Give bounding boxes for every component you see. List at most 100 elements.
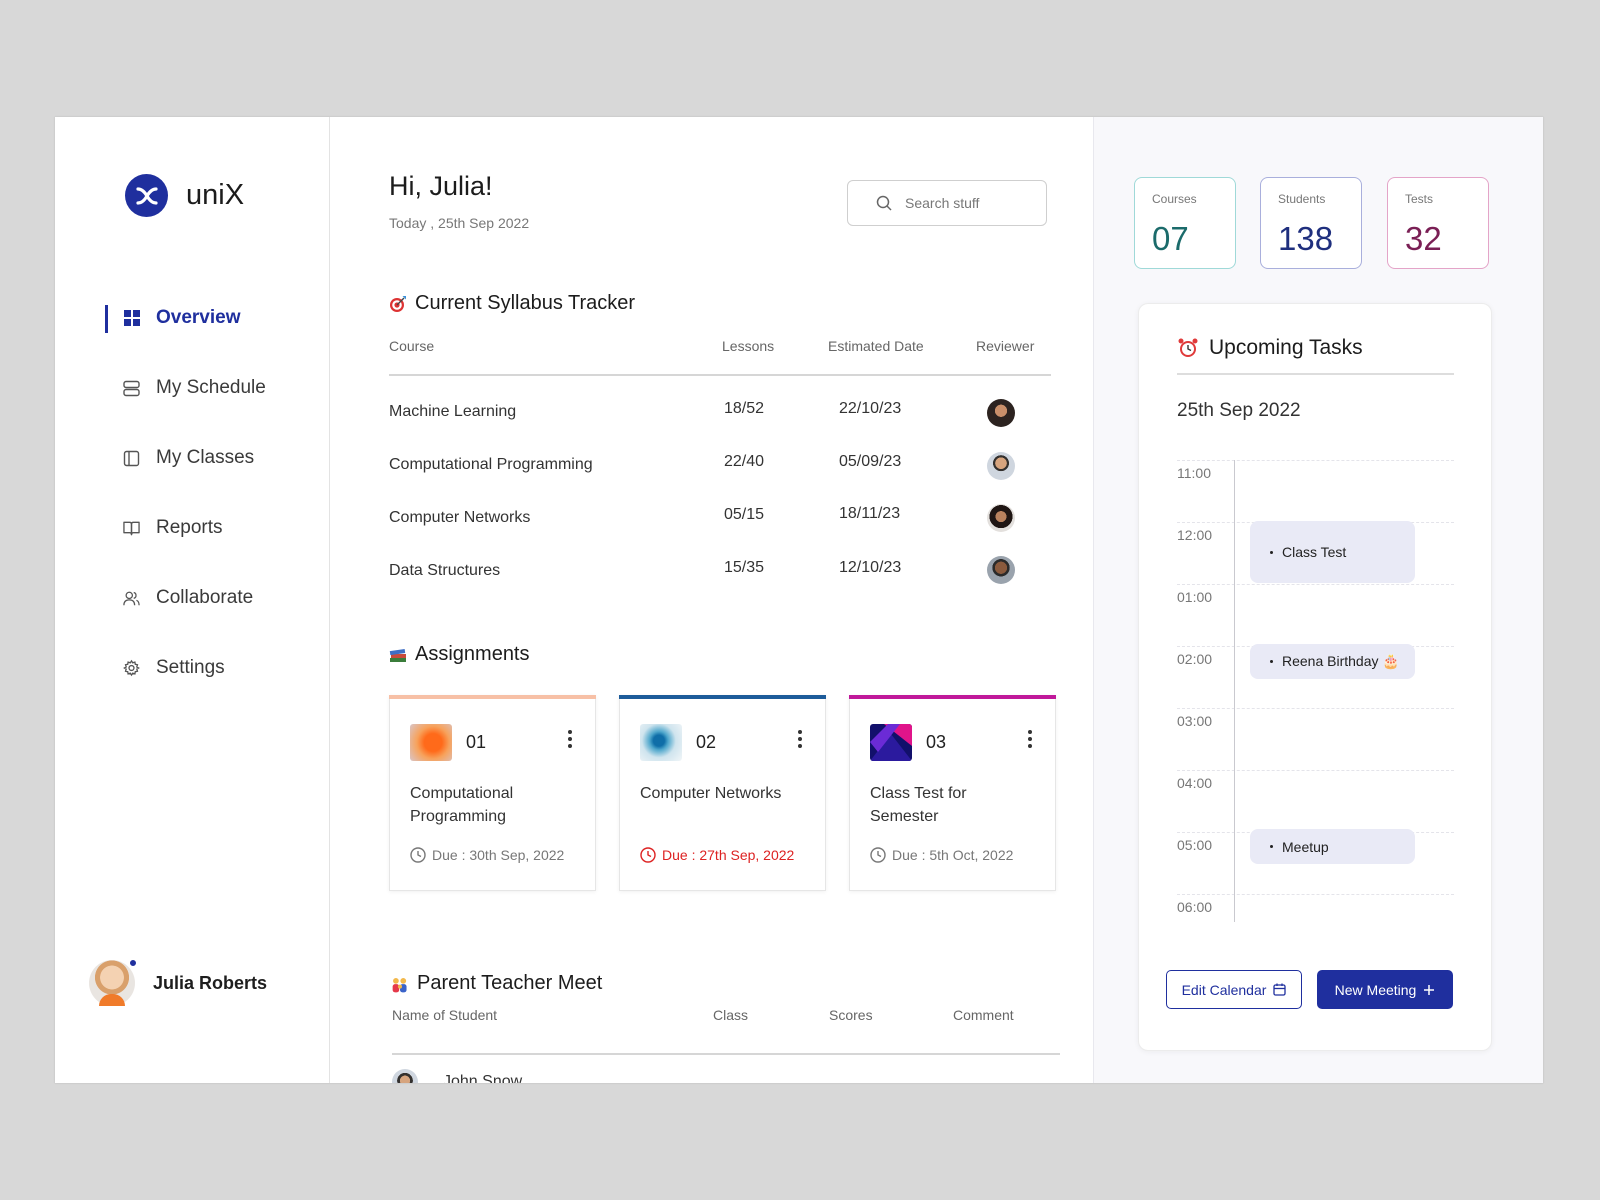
course-name: Machine Learning	[389, 403, 517, 420]
estimated-date: 05/09/23	[839, 453, 902, 470]
stat-value: 07	[1152, 220, 1189, 257]
assignment-card[interactable]: 03 Class Test for Semester Due : 5th Oct…	[849, 695, 1056, 891]
due-value: 30th Sep, 2022	[469, 847, 565, 863]
stat-value: 138	[1278, 220, 1334, 257]
stat-tests[interactable]: Tests 32	[1387, 177, 1489, 269]
col-comment: Comment	[953, 1007, 1014, 1023]
assignment-card[interactable]: 01 Computational Programming Due : 30th …	[389, 695, 596, 891]
today-date: Today , 25th Sep 2022	[389, 215, 530, 231]
timeline-axis	[1234, 460, 1235, 922]
estimated-date: 12/10/23	[839, 559, 902, 576]
time-label: 12:00	[1177, 527, 1213, 543]
sidebar-item-label: My Classes	[156, 447, 255, 468]
search-box[interactable]	[847, 180, 1047, 226]
reviewer-avatar	[987, 399, 1015, 427]
book-icon	[123, 520, 140, 537]
tasks-divider	[1177, 373, 1454, 375]
card-accent	[389, 695, 596, 699]
estimated-date: 22/10/23	[839, 400, 902, 417]
sidebar-item-label: Overview	[156, 307, 241, 328]
gear-icon	[123, 659, 140, 677]
due-label: Due :	[892, 847, 926, 863]
event-label: Class Test	[1282, 544, 1347, 560]
assignment-thumbnail	[410, 724, 452, 761]
page-title: Hi, Julia!	[389, 171, 493, 201]
time-label: 11:00	[1177, 465, 1211, 481]
target-icon	[389, 295, 407, 313]
avatar-shirt	[99, 994, 125, 1006]
due-date: Due : 5th Oct, 2022	[870, 847, 1013, 863]
time-label: 06:00	[1177, 899, 1213, 915]
event-bullet	[1270, 550, 1273, 554]
user-name: Julia Roberts	[153, 972, 268, 993]
tasks-title-text: Upcoming Tasks	[1209, 336, 1363, 359]
ptm-title-text: Parent Teacher Meet	[417, 972, 603, 994]
sidebar-item-label: Reports	[156, 517, 223, 538]
card-accent	[849, 695, 1056, 699]
upcoming-tasks-card: Upcoming Tasks 25th Sep 2022 11:00 12:00…	[1138, 303, 1492, 1051]
brand-name: uniX	[186, 179, 245, 211]
grid-icon	[123, 310, 140, 327]
time-gridline	[1177, 460, 1454, 461]
tasks-date: 25th Sep 2022	[1177, 400, 1301, 421]
time-label: 04:00	[1177, 775, 1213, 791]
assignment-name: Class Test for Semester	[870, 785, 967, 825]
course-name: Data Structures	[389, 562, 501, 579]
lessons-count: 15/35	[724, 559, 765, 576]
sidebar-item-my-schedule[interactable]: My Schedule	[105, 353, 330, 423]
assignment-thumbnail	[640, 724, 682, 761]
sidebar-item-settings[interactable]: Settings	[105, 633, 330, 703]
logo-icon	[125, 174, 168, 217]
assignment-thumbnail	[870, 724, 912, 761]
assignment-card[interactable]: 02 Computer Networks Due : 27th Sep, 202…	[619, 695, 826, 891]
more-options-icon[interactable]	[567, 730, 573, 752]
tracker-title: Current Syllabus Tracker	[389, 292, 635, 315]
due-date: Due : 30th Sep, 2022	[410, 847, 564, 863]
sidebar-item-my-classes[interactable]: My Classes	[105, 423, 330, 493]
time-gridline	[1177, 770, 1454, 771]
lessons-count: 22/40	[724, 453, 765, 470]
search-icon	[876, 195, 892, 211]
brand-logo[interactable]: uniX	[125, 174, 244, 217]
due-value: 27th Sep, 2022	[699, 847, 795, 863]
col-lessons: Lessons	[722, 338, 775, 354]
task-event[interactable]: Reena Birthday 🎂	[1250, 644, 1415, 679]
assignment-name: Computer Networks	[640, 785, 782, 802]
new-meeting-button[interactable]: New Meeting	[1317, 970, 1453, 1009]
sidebar: uniX Overview My Schedule My Classes Rep…	[55, 117, 330, 1083]
stat-students[interactable]: Students 138	[1260, 177, 1362, 269]
sidebar-item-collaborate[interactable]: Collaborate	[105, 563, 330, 633]
more-options-icon[interactable]	[797, 730, 803, 752]
event-bullet	[1270, 845, 1273, 848]
col-scores: Scores	[829, 1007, 873, 1023]
due-label: Due :	[432, 847, 466, 863]
event-bullet	[1270, 660, 1273, 663]
task-event[interactable]: Meetup	[1250, 829, 1415, 864]
col-reviewer: Reviewer	[976, 338, 1035, 354]
sidebar-item-reports[interactable]: Reports	[105, 493, 330, 563]
books-icon	[389, 646, 407, 664]
search-input[interactable]	[905, 195, 1035, 211]
tracker-title-text: Current Syllabus Tracker	[415, 292, 636, 314]
clock-icon	[870, 847, 886, 863]
col-class: Class	[713, 1007, 749, 1023]
app-window: uniX Overview My Schedule My Classes Rep…	[55, 117, 1543, 1083]
col-course: Course	[389, 338, 435, 354]
course-name: Computer Networks	[389, 509, 531, 526]
sidebar-item-overview[interactable]: Overview	[105, 283, 330, 353]
sidebar-item-label: My Schedule	[156, 377, 266, 398]
time-label: 03:00	[1177, 713, 1213, 729]
alarm-clock-icon	[1177, 337, 1199, 359]
more-options-icon[interactable]	[1027, 730, 1033, 752]
card-accent	[619, 695, 826, 699]
reviewer-avatar	[987, 452, 1015, 480]
clock-icon	[410, 847, 426, 863]
stat-courses[interactable]: Courses 07	[1134, 177, 1236, 269]
assignment-name: Computational Programming	[410, 785, 514, 825]
col-student-name: Name of Student	[392, 1007, 498, 1023]
time-gridline	[1177, 708, 1454, 709]
student-avatar	[392, 1069, 418, 1083]
task-event[interactable]: Class Test	[1250, 521, 1415, 583]
edit-calendar-button[interactable]: Edit Calendar	[1166, 970, 1302, 1009]
user-profile[interactable]: Julia Roberts	[89, 958, 268, 1006]
